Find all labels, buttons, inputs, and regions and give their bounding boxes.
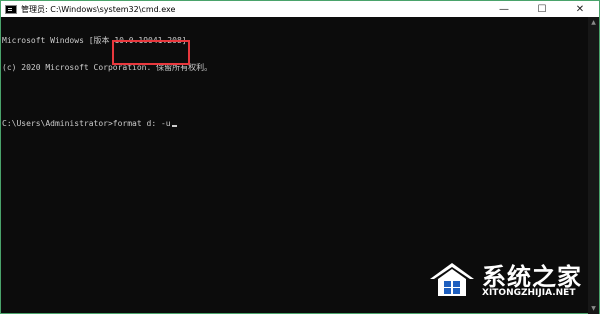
scroll-up-arrow-icon[interactable]: ▲ [588, 17, 599, 28]
prompt-path: C:\Users\Administrator> [2, 119, 113, 128]
console-line: (c) 2020 Microsoft Corporation. 保留所有权利。 [2, 63, 213, 72]
prompt-line: C:\Users\Administrator>format d: -u [2, 119, 588, 128]
console-line: Microsoft Windows [版本 10.0.19041.208] [2, 36, 187, 45]
title-bar[interactable]: 管理员: C:\Windows\system32\cmd.exe — ☐ ✕ [1, 1, 599, 17]
text-cursor [171, 125, 177, 127]
close-button[interactable]: ✕ [561, 1, 599, 17]
cmd-window: 管理员: C:\Windows\system32\cmd.exe — ☐ ✕ M… [0, 0, 600, 314]
house-logo-icon [430, 263, 474, 296]
watermark-subtitle: XITONGZHIJIA.NET [482, 288, 576, 298]
window-controls: — ☐ ✕ [485, 1, 599, 17]
typed-command[interactable]: format d: -u [113, 119, 171, 128]
watermark: 系统之家 XITONGZHIJIA.NET [426, 255, 591, 305]
window-title: 管理员: C:\Windows\system32\cmd.exe [21, 4, 176, 14]
maximize-button[interactable]: ☐ [523, 1, 561, 17]
command-highlight-box [112, 40, 190, 65]
minimize-button[interactable]: — [485, 1, 523, 17]
cmd-icon [5, 4, 17, 14]
watermark-title: 系统之家 [482, 263, 582, 291]
